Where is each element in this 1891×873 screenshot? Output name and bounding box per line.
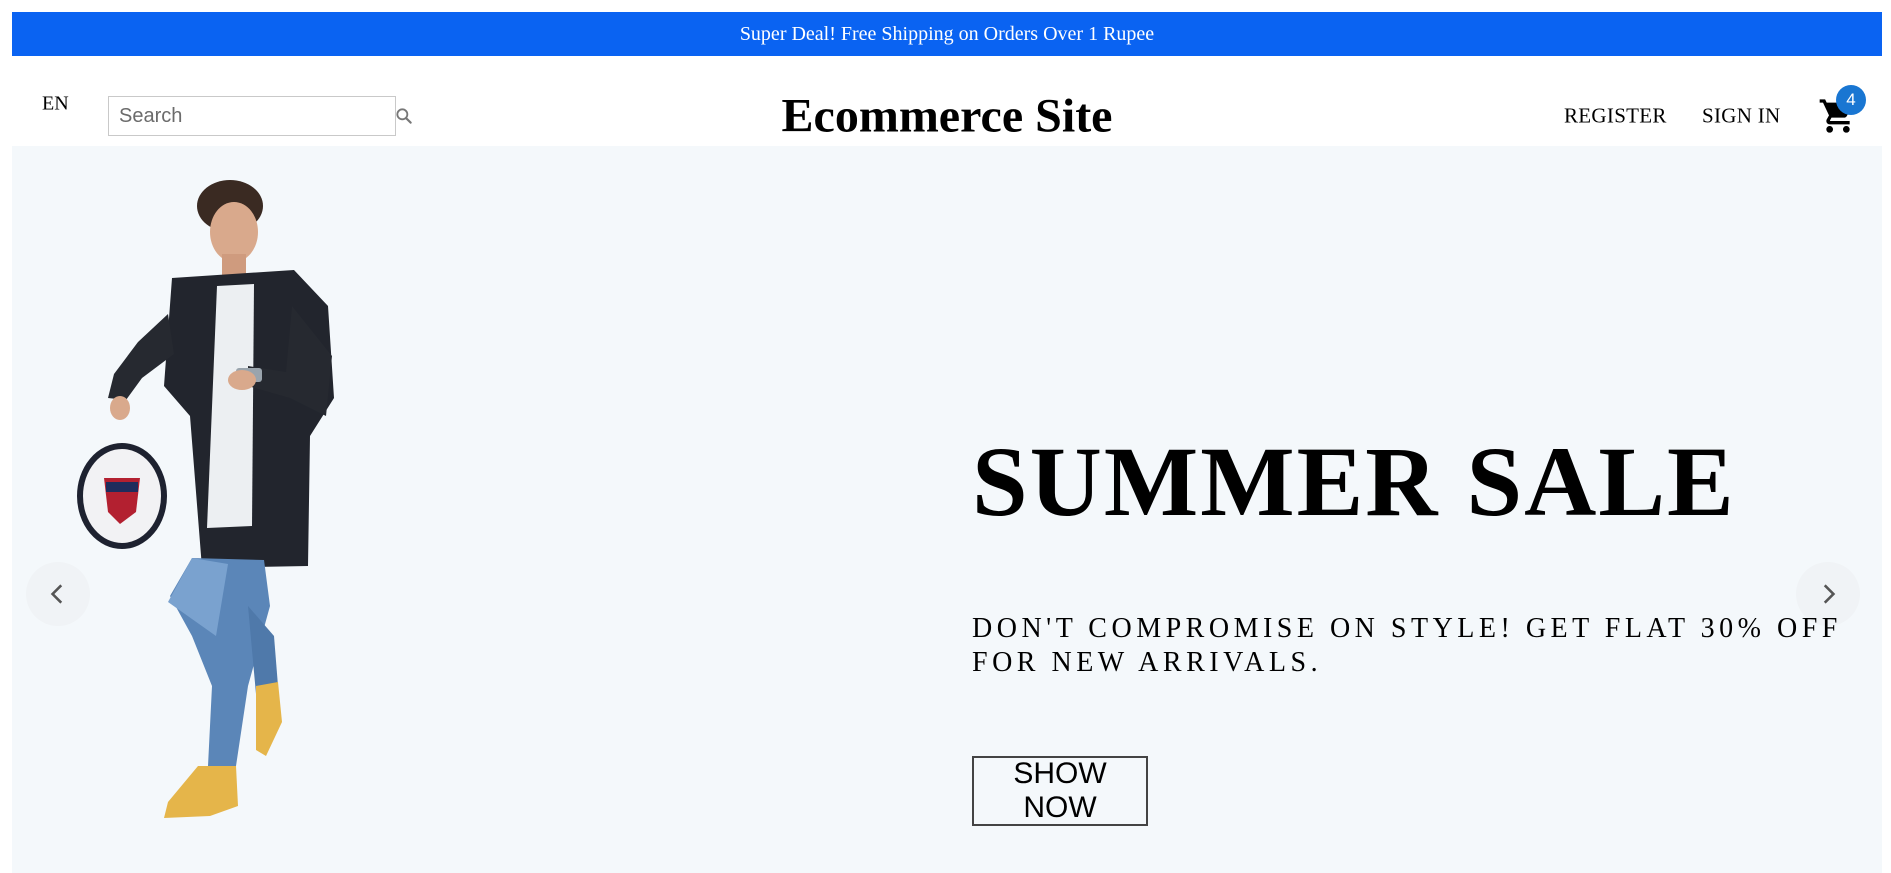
- announcement-text: Super Deal! Free Shipping on Orders Over…: [739, 22, 1155, 45]
- announcement-bar: Super Deal! Free Shipping on Orders Over…: [12, 12, 1882, 56]
- slider-prev-button[interactable]: [26, 562, 90, 626]
- sign-in-link[interactable]: SIGN IN: [1702, 104, 1781, 129]
- page: Super Deal! Free Shipping on Orders Over…: [0, 0, 1891, 873]
- register-link[interactable]: REGISTER: [1564, 104, 1667, 129]
- hero-slider: SUMMER SALE DON'T COMPROMISE ON STYLE! G…: [12, 146, 1882, 873]
- chevron-right-icon: [1823, 584, 1836, 604]
- hero-description: DON'T COMPROMISE ON STYLE! GET FLAT 30% …: [972, 613, 1842, 678]
- chevron-left-icon: [50, 584, 63, 604]
- navbar: EN Ecommerce Site REGISTER SIGN IN 4: [12, 56, 1882, 146]
- cart-count-badge: 4: [1836, 85, 1866, 115]
- hero-title: SUMMER SALE: [972, 426, 1736, 537]
- show-now-button[interactable]: SHOW NOW: [972, 756, 1148, 826]
- model-photo: [77, 180, 334, 818]
